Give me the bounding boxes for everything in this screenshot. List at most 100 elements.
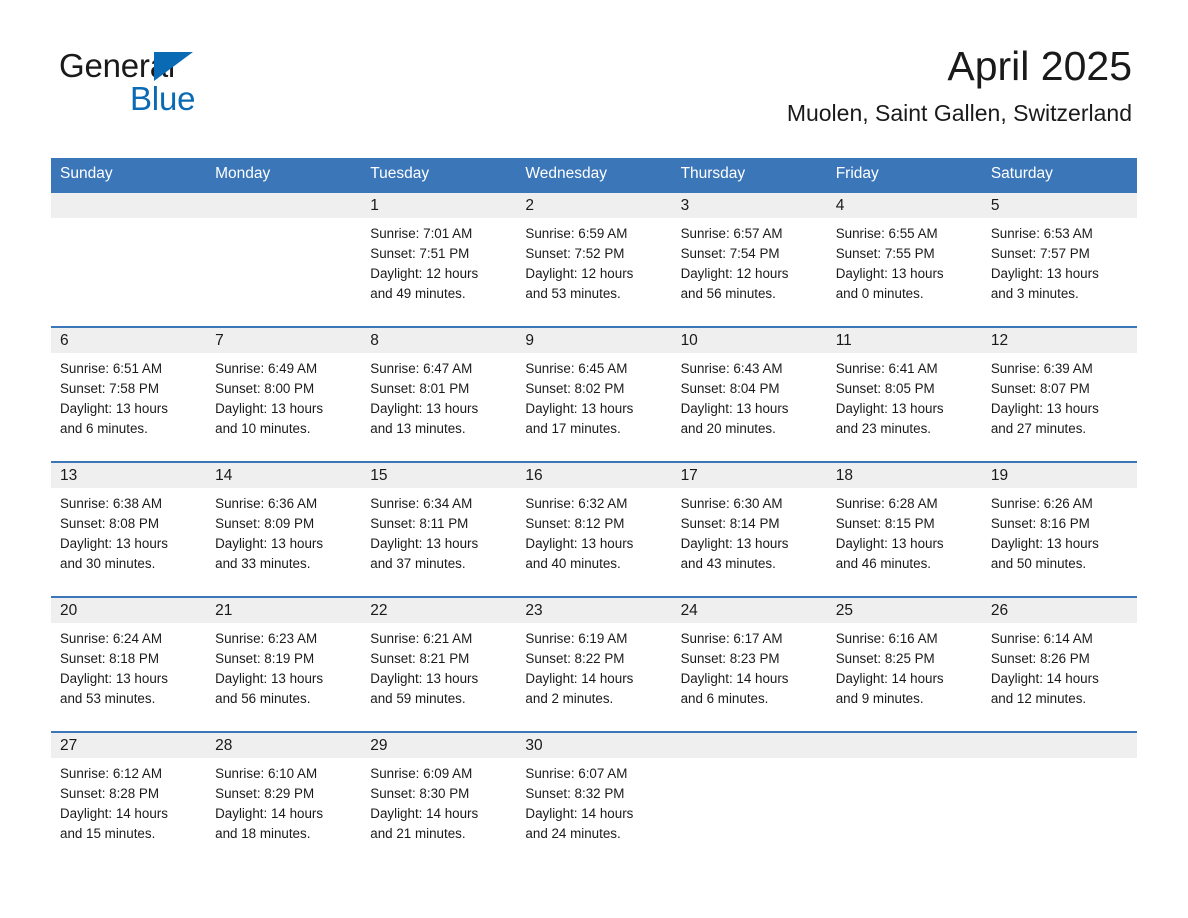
day-cell-17[interactable]: 17 Sunrise: 6:30 AM Sunset: 8:14 PM Dayligh… [671, 463, 827, 596]
day-info-line: and 15 minutes. [60, 826, 156, 841]
day-info-line: Sunset: 8:25 PM [835, 651, 935, 666]
day-cell-16[interactable]: 16 Sunrise: 6:32 AM Sunset: 8:12 PM Dayligh… [516, 463, 672, 596]
day-info-line: Sunset: 8:07 PM [990, 381, 1090, 396]
day-info-line: Sunset: 8:16 PM [990, 516, 1090, 531]
day-cell-24[interactable]: 24 Sunrise: 6:17 AM Sunset: 8:23 PM Dayligh… [671, 598, 827, 731]
day-number: 4 [826, 193, 982, 218]
day-info-line: Sunset: 8:14 PM [680, 516, 780, 531]
day-cell-15[interactable]: 15 Sunrise: 6:34 AM Sunset: 8:11 PM Dayligh… [361, 463, 517, 596]
day-sun-info: Sunrise: 6:17 AM Sunset: 8:23 PM Daylight:… [672, 623, 827, 709]
calendar-week-row: 13 Sunrise: 6:38 AM Sunset: 8:08 PM Dayligh… [51, 461, 1137, 597]
day-sun-info: Sunrise: 6:24 AM Sunset: 8:18 PM Daylight:… [51, 623, 206, 709]
day-info-line: Sunrise: 7:01 AM [370, 226, 473, 241]
day-info-line: Daylight: 12 hours [370, 266, 479, 281]
day-info-line: Sunset: 8:11 PM [370, 516, 469, 531]
day-info-line: Sunrise: 6:28 AM [835, 496, 938, 511]
day-cell-26[interactable]: 26 Sunrise: 6:14 AM Sunset: 8:26 PM Dayligh… [981, 598, 1137, 731]
day-sun-info: Sunrise: 6:39 AM Sunset: 8:07 PM Daylight:… [982, 353, 1137, 439]
day-cell-11[interactable]: 11 Sunrise: 6:41 AM Sunset: 8:05 PM Dayligh… [826, 328, 982, 461]
day-cell-21[interactable]: 21 Sunrise: 6:23 AM Sunset: 8:19 PM Dayligh… [206, 598, 362, 731]
day-info-line: Daylight: 13 hours [525, 536, 634, 551]
day-cell-27[interactable]: 27 Sunrise: 6:12 AM Sunset: 8:28 PM Dayligh… [51, 733, 207, 866]
day-info-line: and 23 minutes. [835, 421, 931, 436]
day-cell-empty [671, 733, 827, 866]
day-cell-1[interactable]: 1 Sunrise: 7:01 AM Sunset: 7:51 PM Daylight… [361, 193, 517, 326]
day-cell-22[interactable]: 22 Sunrise: 6:21 AM Sunset: 8:21 PM Dayligh… [361, 598, 517, 731]
day-info-line: Sunset: 8:21 PM [370, 651, 470, 666]
day-number: 25 [826, 598, 982, 623]
day-cell-3[interactable]: 3 Sunrise: 6:57 AM Sunset: 7:54 PM Daylight… [671, 193, 827, 326]
day-cell-empty [826, 733, 982, 866]
day-info-line: Sunset: 8:05 PM [835, 381, 935, 396]
day-info-line: and 17 minutes. [525, 421, 621, 436]
day-info-line: Sunset: 8:26 PM [990, 651, 1090, 666]
day-cell-7[interactable]: 7 Sunrise: 6:49 AM Sunset: 8:00 PM Daylight… [206, 328, 362, 461]
day-info-line: Daylight: 13 hours [370, 536, 479, 551]
day-cell-23[interactable]: 23 Sunrise: 6:19 AM Sunset: 8:22 PM Dayligh… [516, 598, 672, 731]
day-cell-8[interactable]: 8 Sunrise: 6:47 AM Sunset: 8:01 PM Daylight… [361, 328, 517, 461]
day-info-line: Daylight: 13 hours [835, 266, 944, 281]
day-cell-14[interactable]: 14 Sunrise: 6:36 AM Sunset: 8:09 PM Dayligh… [206, 463, 362, 596]
day-info-line: Sunrise: 6:17 AM [680, 631, 783, 646]
day-sun-info: Sunrise: 6:09 AM Sunset: 8:30 PM Daylight:… [361, 758, 516, 844]
day-number: 9 [516, 328, 672, 353]
day-info-line: and 33 minutes. [215, 556, 311, 571]
general-blue-logo[interactable]: General Blue [59, 48, 319, 117]
day-cell-6[interactable]: 6 Sunrise: 6:51 AM Sunset: 7:58 PM Daylight… [51, 328, 207, 461]
day-info-line: and 3 minutes. [990, 286, 1079, 301]
day-cell-29[interactable]: 29 Sunrise: 6:09 AM Sunset: 8:30 PM Dayligh… [361, 733, 517, 866]
day-cell-20[interactable]: 20 Sunrise: 6:24 AM Sunset: 8:18 PM Dayligh… [51, 598, 207, 731]
day-number: 6 [51, 328, 207, 353]
day-info-line: Sunset: 8:12 PM [525, 516, 625, 531]
day-info-line: and 59 minutes. [370, 691, 466, 706]
day-info-line: Daylight: 13 hours [990, 536, 1099, 551]
day-info-line: Daylight: 13 hours [370, 671, 479, 686]
day-cell-2[interactable]: 2 Sunrise: 6:59 AM Sunset: 7:52 PM Daylight… [516, 193, 672, 326]
day-sun-info: Sunrise: 6:10 AM Sunset: 8:29 PM Daylight:… [206, 758, 361, 844]
day-info-line: Sunrise: 6:43 AM [680, 361, 783, 376]
day-cell-18[interactable]: 18 Sunrise: 6:28 AM Sunset: 8:15 PM Dayligh… [826, 463, 982, 596]
weekday-header-sunday: Sunday [51, 158, 207, 192]
day-info-line: Sunset: 8:09 PM [215, 516, 315, 531]
day-cell-empty [981, 733, 1137, 866]
day-cell-28[interactable]: 28 Sunrise: 6:10 AM Sunset: 8:29 PM Dayligh… [206, 733, 362, 866]
day-number: 28 [206, 733, 362, 758]
day-sun-info: Sunrise: 6:45 AM Sunset: 8:02 PM Daylight:… [516, 353, 671, 439]
day-cell-13[interactable]: 13 Sunrise: 6:38 AM Sunset: 8:08 PM Dayligh… [51, 463, 207, 596]
day-info-line: and 27 minutes. [990, 421, 1087, 436]
day-info-line: Sunset: 8:04 PM [680, 381, 780, 396]
day-cell-10[interactable]: 10 Sunrise: 6:43 AM Sunset: 8:04 PM Dayligh… [671, 328, 827, 461]
day-info-line: Sunset: 8:01 PM [370, 381, 470, 396]
day-info-line: and 50 minutes. [990, 556, 1087, 571]
day-cell-4[interactable]: 4 Sunrise: 6:55 AM Sunset: 7:55 PM Daylight… [826, 193, 982, 326]
day-cell-30[interactable]: 30 Sunrise: 6:07 AM Sunset: 8:32 PM Dayligh… [516, 733, 672, 866]
day-sun-info: Sunrise: 6:16 AM Sunset: 8:25 PM Daylight:… [827, 623, 982, 709]
day-sun-info: Sunrise: 6:26 AM Sunset: 8:16 PM Daylight:… [982, 488, 1137, 574]
day-info-line: Sunset: 8:08 PM [60, 516, 159, 531]
day-info-line: Daylight: 14 hours [835, 671, 944, 686]
day-info-line: Sunrise: 6:39 AM [990, 361, 1093, 376]
day-info-line: Daylight: 13 hours [990, 401, 1099, 416]
day-info-line: and 6 minutes. [60, 421, 148, 436]
day-info-line: Sunrise: 6:10 AM [215, 766, 318, 781]
day-cell-25[interactable]: 25 Sunrise: 6:16 AM Sunset: 8:25 PM Dayligh… [826, 598, 982, 731]
day-sun-info: Sunrise: 6:34 AM Sunset: 8:11 PM Daylight:… [361, 488, 516, 574]
calendar-week-row: 20 Sunrise: 6:24 AM Sunset: 8:18 PM Dayligh… [51, 596, 1137, 732]
day-cell-5[interactable]: 5 Sunrise: 6:53 AM Sunset: 7:57 PM Daylight… [981, 193, 1137, 326]
day-number: 5 [981, 193, 1137, 218]
day-cell-9[interactable]: 9 Sunrise: 6:45 AM Sunset: 8:02 PM Daylight… [516, 328, 672, 461]
day-sun-info: Sunrise: 6:57 AM Sunset: 7:54 PM Daylight:… [672, 218, 827, 304]
day-info-line: Sunset: 7:57 PM [990, 246, 1090, 261]
day-cell-12[interactable]: 12 Sunrise: 6:39 AM Sunset: 8:07 PM Dayligh… [981, 328, 1137, 461]
day-number: 10 [671, 328, 827, 353]
day-info-line: Sunrise: 6:26 AM [990, 496, 1093, 511]
day-sun-info: Sunrise: 6:12 AM Sunset: 8:28 PM Daylight:… [51, 758, 206, 844]
day-info-line: Daylight: 14 hours [370, 806, 479, 821]
day-cell-empty [51, 193, 207, 326]
day-info-line: Sunset: 8:32 PM [525, 786, 625, 801]
day-info-line: Sunset: 7:55 PM [835, 246, 935, 261]
day-sun-info: Sunrise: 6:21 AM Sunset: 8:21 PM Daylight:… [361, 623, 516, 709]
day-info-line: Daylight: 14 hours [525, 671, 634, 686]
day-info-line: and 53 minutes. [60, 691, 156, 706]
day-cell-19[interactable]: 19 Sunrise: 6:26 AM Sunset: 8:16 PM Dayligh… [981, 463, 1137, 596]
